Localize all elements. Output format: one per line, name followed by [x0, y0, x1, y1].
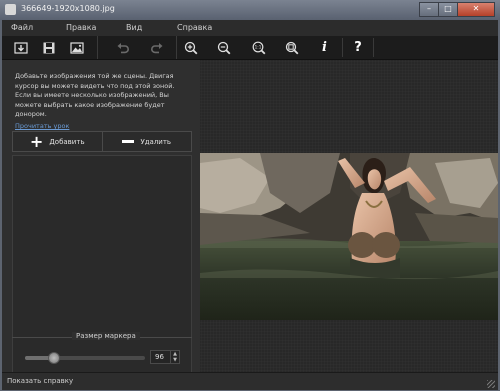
left-panel: Добавьте изображения той же сцены. Двига… — [2, 60, 200, 387]
info-label: i — [322, 40, 327, 55]
window-title: 366649-1920x1080.jpg — [21, 4, 115, 13]
actual-size-label: 1:1 — [254, 44, 261, 49]
menu-edit[interactable]: Правка — [66, 23, 96, 32]
menu-bar: Файл Правка Вид Справка — [2, 20, 498, 36]
actual-size-icon[interactable]: 1:1 — [246, 38, 271, 57]
tutorial-link[interactable]: Прочитать урок — [15, 122, 69, 130]
add-button-label: Добавить — [49, 137, 85, 146]
redo-icon[interactable] — [144, 38, 169, 57]
toolbar: 1:1 i ? — [2, 36, 498, 60]
toolbar-separator — [97, 36, 98, 59]
image-buttons: + Добавить Удалить — [12, 131, 192, 152]
minimize-button[interactable]: – — [419, 2, 439, 17]
menu-view[interactable]: Вид — [126, 23, 142, 32]
help-icon[interactable]: ? — [342, 38, 374, 57]
spin-arrows: ▲ ▼ — [170, 351, 179, 363]
marker-size-value: 96 — [155, 353, 164, 361]
instructions-text: Добавьте изображения той же сцены. Двига… — [15, 72, 175, 118]
app-icon — [5, 4, 16, 15]
undo-icon[interactable] — [110, 38, 135, 57]
minus-icon — [122, 140, 135, 143]
client-area: Файл Правка Вид Справка 1:1 i ? Добавьте… — [2, 20, 498, 390]
add-button[interactable]: + Добавить — [12, 131, 103, 152]
plus-icon: + — [29, 131, 44, 151]
remove-button-label: Удалить — [140, 137, 172, 146]
resize-grip[interactable] — [487, 380, 495, 388]
marker-size-spinbox[interactable]: 96 ▲ ▼ — [150, 350, 180, 364]
help-label: ? — [354, 40, 362, 55]
menu-help[interactable]: Справка — [177, 23, 212, 32]
image-icon[interactable] — [64, 38, 89, 57]
app-window: 366649-1920x1080.jpg – □ ✕ Файл Правка В… — [0, 0, 500, 391]
status-bar: Показать справку — [2, 372, 498, 390]
save-icon[interactable] — [36, 38, 61, 57]
spin-down-icon[interactable]: ▼ — [171, 357, 179, 363]
open-icon[interactable] — [8, 38, 33, 57]
image-canvas[interactable] — [200, 60, 498, 372]
toolbar-separator — [176, 36, 177, 59]
maximize-button[interactable]: □ — [438, 2, 458, 17]
zoom-in-icon[interactable] — [178, 38, 203, 57]
info-icon[interactable]: i — [312, 38, 337, 57]
close-button[interactable]: ✕ — [457, 2, 495, 17]
marker-size-label: Размер маркера — [72, 332, 140, 340]
title-bar[interactable]: 366649-1920x1080.jpg – □ ✕ — [0, 0, 500, 20]
fit-window-icon[interactable] — [279, 38, 304, 57]
zoom-out-icon[interactable] — [211, 38, 236, 57]
window-controls: – □ ✕ — [419, 2, 495, 17]
marker-size-slider[interactable] — [25, 352, 145, 364]
status-text: Показать справку — [7, 377, 74, 385]
slider-thumb[interactable] — [47, 352, 60, 364]
scene-photo[interactable] — [200, 153, 498, 320]
remove-button[interactable]: Удалить — [102, 131, 192, 152]
menu-file[interactable]: Файл — [11, 23, 33, 32]
